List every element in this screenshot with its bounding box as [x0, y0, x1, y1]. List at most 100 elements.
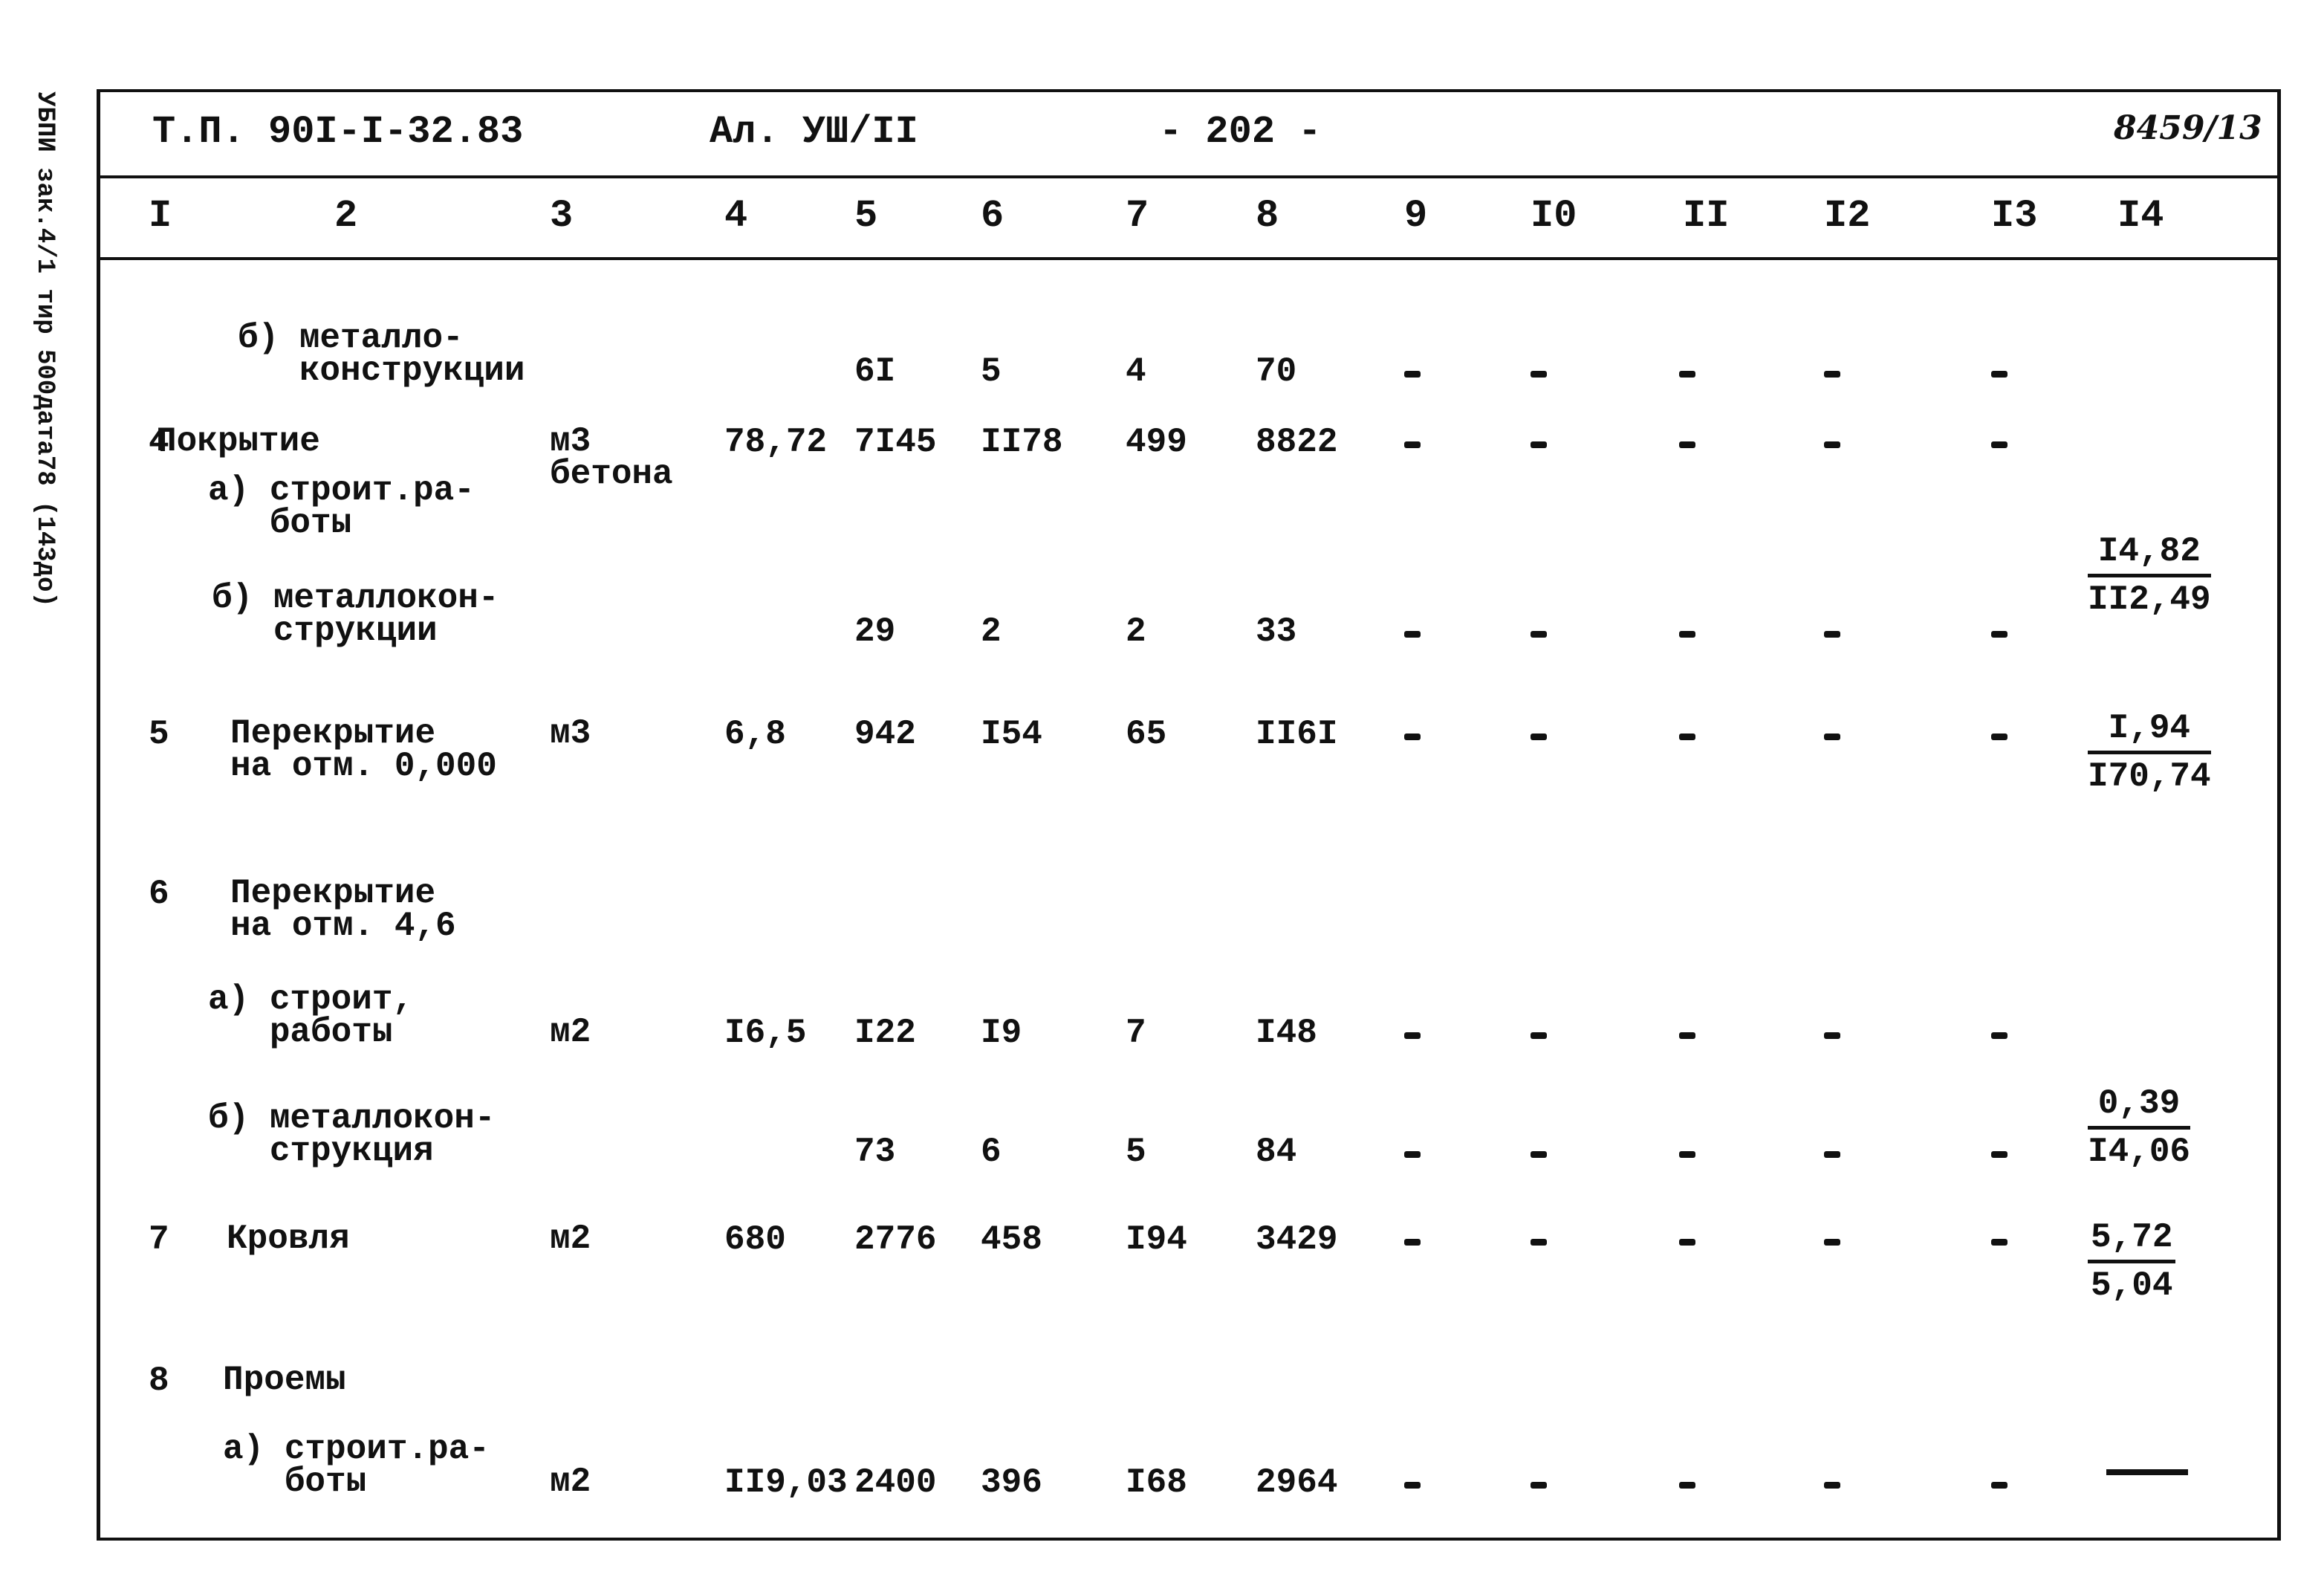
empty-cell-dash — [1991, 371, 2007, 378]
cell-col5: 73 — [854, 1133, 896, 1171]
cell-col6: 5 — [981, 352, 1002, 391]
project-number: Т.П. 90I-I-32.83 — [152, 110, 524, 154]
unit: м2 — [550, 1013, 591, 1052]
item-description: а) строит.ра- боты — [208, 471, 475, 543]
item-number: 5 — [149, 715, 169, 754]
empty-cell-dash — [1991, 1151, 2007, 1158]
empty-cell-dash — [1824, 631, 1840, 638]
col14-line — [2106, 1469, 2188, 1475]
empty-cell-dash — [1824, 1482, 1840, 1489]
fraction-col14: I,94 I70,74 — [2088, 706, 2211, 799]
item-number: 7 — [149, 1220, 169, 1259]
cell-col5: 29 — [854, 612, 896, 651]
cell-col7: 65 — [1126, 715, 1167, 754]
item-description: Перекрытие на отм. 4,6 — [230, 874, 456, 945]
cell-col8: 2964 — [1256, 1463, 1338, 1502]
column-number-4: 4 — [724, 194, 748, 238]
unit: м3 бетона — [550, 422, 673, 493]
empty-cell-dash — [1991, 1239, 2007, 1246]
cell-qty: II9,03 — [724, 1463, 848, 1502]
margin-note-text: УБПИ зак.4/1 тир 500дата78 (143до) — [30, 91, 59, 607]
column-number-13: I3 — [1991, 194, 2038, 238]
cell-col6: 6 — [981, 1133, 1002, 1171]
item-number: 8 — [149, 1361, 169, 1400]
cell-col6: 458 — [981, 1220, 1042, 1259]
cell-qty: 78,72 — [724, 423, 828, 462]
cell-col5: 2400 — [854, 1463, 937, 1502]
cell-col6: I54 — [981, 715, 1042, 754]
page-number: - 202 - — [1159, 110, 1322, 154]
empty-cell-dash — [1404, 441, 1421, 448]
cell-col8: 8822 — [1256, 423, 1338, 462]
empty-cell-dash — [1679, 1239, 1695, 1246]
empty-cell-dash — [1991, 734, 2007, 740]
fraction-denominator: I70,74 — [2088, 757, 2211, 796]
empty-cell-dash — [1404, 371, 1421, 378]
sheet-code: 8459/13 — [2114, 109, 2262, 147]
cell-col6: 396 — [981, 1463, 1042, 1502]
cell-col5: 6I — [854, 352, 896, 391]
empty-cell-dash — [1404, 1482, 1421, 1489]
column-number-14: I4 — [2117, 194, 2164, 238]
item-description: б) металлокон- струкция — [208, 1099, 496, 1170]
cell-col5: 2776 — [854, 1220, 937, 1259]
empty-cell-dash — [1679, 1482, 1695, 1489]
item-description: Покрытие — [156, 422, 320, 461]
empty-cell-dash — [1404, 1239, 1421, 1246]
column-number-9: 9 — [1404, 194, 1428, 238]
column-number-6: 6 — [981, 194, 1004, 238]
empty-cell-dash — [1824, 371, 1840, 378]
empty-cell-dash — [1679, 631, 1695, 638]
cell-col7: 7 — [1126, 1014, 1146, 1052]
cell-col5: I22 — [854, 1014, 916, 1052]
fraction-denominator: I4,06 — [2088, 1133, 2191, 1171]
column-number-1: I — [149, 194, 172, 238]
cell-col6: II78 — [981, 423, 1063, 462]
column-header-divider — [97, 257, 2277, 260]
margin-note: УБПИ зак.4/1 тир 500дата78 (143до) — [22, 82, 67, 617]
fraction-denominator: 5,04 — [2091, 1266, 2173, 1305]
header-divider — [97, 175, 2277, 178]
cell-col8: 84 — [1256, 1133, 1297, 1171]
cell-col7: I94 — [1126, 1220, 1187, 1259]
unit: м3 — [550, 714, 591, 753]
empty-cell-dash — [1824, 1151, 1840, 1158]
fraction-numerator: 0,39 — [2088, 1081, 2191, 1130]
fraction-numerator: I,94 — [2088, 706, 2211, 754]
empty-cell-dash — [1991, 1032, 2007, 1039]
fraction-numerator: I4,82 — [2088, 529, 2211, 577]
empty-cell-dash — [1679, 441, 1695, 448]
cell-qty: I6,5 — [724, 1014, 807, 1052]
column-number-11: II — [1683, 194, 1730, 238]
empty-cell-dash — [1531, 734, 1547, 740]
table-frame — [97, 89, 2281, 1541]
cell-col5: 942 — [854, 715, 916, 754]
item-description: Кровля — [227, 1220, 350, 1258]
item-description: Перекрытие на отм. 0,000 — [230, 714, 497, 786]
item-description: б) металло- конструкции — [238, 319, 525, 390]
empty-cell-dash — [1824, 1239, 1840, 1246]
item-description: а) строит.ра- боты — [223, 1430, 490, 1501]
empty-cell-dash — [1531, 1032, 1547, 1039]
album-number: Ал. УШ/II — [710, 110, 918, 154]
cell-col7: I68 — [1126, 1463, 1187, 1502]
column-number-2: 2 — [334, 194, 358, 238]
cell-col8: 70 — [1256, 352, 1297, 391]
empty-cell-dash — [1679, 1151, 1695, 1158]
item-description: Проемы — [223, 1361, 346, 1399]
unit: м2 — [550, 1463, 591, 1501]
cell-col8: II6I — [1256, 715, 1338, 754]
cell-col5: 7I45 — [854, 423, 937, 462]
cell-col8: 3429 — [1256, 1220, 1338, 1259]
fraction-col14: 5,72 5,04 — [2088, 1215, 2176, 1308]
empty-cell-dash — [1679, 1032, 1695, 1039]
column-number-10: I0 — [1531, 194, 1577, 238]
fraction-col14: 0,39 I4,06 — [2088, 1081, 2191, 1174]
unit: м2 — [550, 1220, 591, 1258]
empty-cell-dash — [1991, 631, 2007, 638]
item-description: а) строит, работы — [208, 980, 414, 1052]
empty-cell-dash — [1531, 371, 1547, 378]
empty-cell-dash — [1531, 1239, 1547, 1246]
cell-col7: 499 — [1126, 423, 1187, 462]
cell-col7: 4 — [1126, 352, 1146, 391]
